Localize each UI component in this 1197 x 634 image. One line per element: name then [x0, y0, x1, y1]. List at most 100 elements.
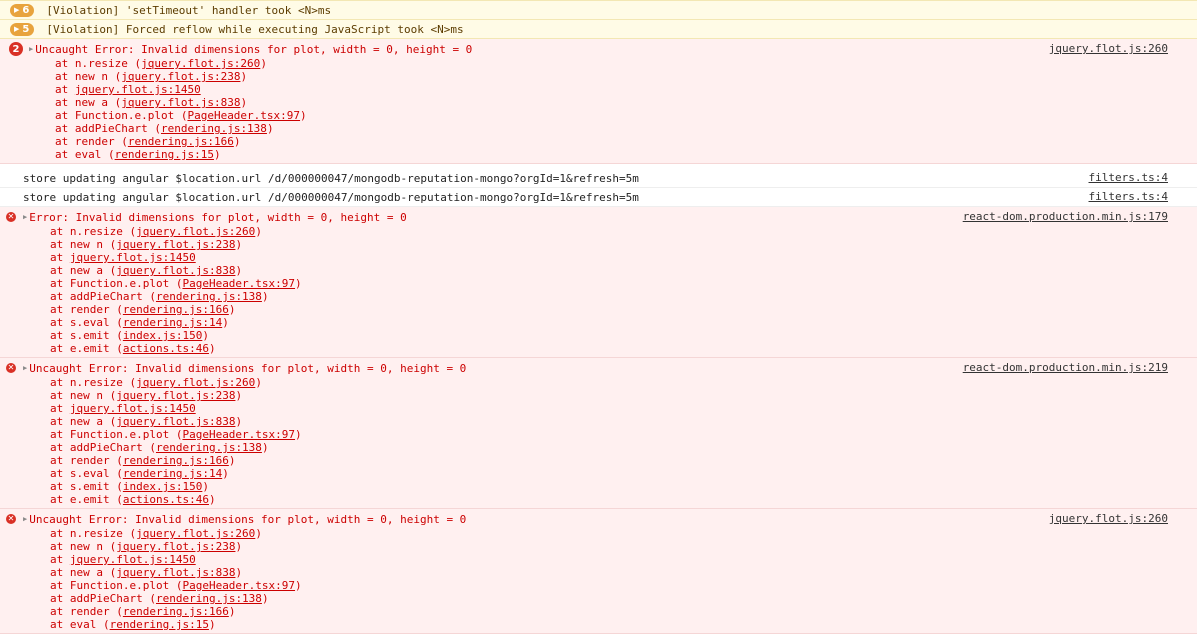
stack-frame: at new a (jquery.flot.js:838)	[50, 264, 243, 277]
frame-link[interactable]: actions.ts:46	[123, 342, 209, 355]
frame-link[interactable]: jquery.flot.js:238	[121, 70, 240, 83]
frame-link[interactable]: rendering.js:166	[123, 303, 229, 316]
frame-link[interactable]: PageHeader.tsx:97	[182, 428, 295, 441]
warning-count-badge: ▶ 5	[10, 22, 35, 36]
stack-frame: at Function.e.plot (PageHeader.tsx:97)	[50, 428, 302, 441]
stack-frame: at s.emit (index.js:150)	[50, 480, 209, 493]
frame-link[interactable]: jquery.flot.js:1450	[70, 251, 196, 264]
expand-arrow-icon[interactable]: ▶	[14, 4, 19, 17]
frame-link[interactable]: jquery.flot.js:1450	[75, 83, 201, 96]
stack-frame: at new n (jquery.flot.js:238)	[55, 70, 248, 83]
warning-count: 6	[22, 4, 30, 16]
stack-frame: at jquery.flot.js:1450	[55, 83, 201, 96]
expand-arrow-icon[interactable]: ▶	[23, 213, 27, 221]
error-message: Error: Invalid dimensions for plot, widt…	[29, 210, 407, 224]
frame-link[interactable]: index.js:150	[123, 480, 202, 493]
stack-frame: at e.emit (actions.ts:46)	[50, 493, 216, 506]
error-entry[interactable]: ✕ ▶ Uncaught Error: Invalid dimensions f…	[0, 358, 1197, 509]
stack-frame: at eval (rendering.js:15)	[55, 148, 221, 161]
stack-frame: at addPieChart (rendering.js:138)	[50, 290, 269, 303]
stack-frame: at jquery.flot.js:1450	[50, 402, 196, 415]
frame-link[interactable]: rendering.js:166	[128, 135, 234, 148]
stack-frame: at new n (jquery.flot.js:238)	[50, 540, 243, 553]
frame-link[interactable]: jquery.flot.js:838	[116, 415, 235, 428]
frame-link[interactable]: actions.ts:46	[123, 493, 209, 506]
stack-frame: at new a (jquery.flot.js:838)	[50, 566, 243, 579]
error-icon: ✕	[6, 514, 16, 524]
stack-frame: at n.resize (jquery.flot.js:260)	[50, 527, 262, 540]
source-link[interactable]: react-dom.production.min.js:179	[963, 210, 1168, 223]
warning-count-badge: ▶ 6	[10, 3, 35, 17]
frame-link[interactable]: rendering.js:138	[156, 290, 262, 303]
stack-frame: at Function.e.plot (PageHeader.tsx:97)	[50, 579, 302, 592]
frame-link[interactable]: PageHeader.tsx:97	[182, 579, 295, 592]
frame-link[interactable]: jquery.flot.js:838	[116, 566, 235, 579]
error-entry[interactable]: ✕ ▶ Uncaught Error: Invalid dimensions f…	[0, 509, 1197, 634]
frame-link[interactable]: PageHeader.tsx:97	[182, 277, 295, 290]
source-link[interactable]: jquery.flot.js:260	[1049, 42, 1168, 55]
error-entry[interactable]: ✕ ▶ Error: Invalid dimensions for plot, …	[0, 207, 1197, 358]
warning-count: 5	[22, 23, 30, 35]
frame-link[interactable]: jquery.flot.js:260	[136, 225, 255, 238]
expand-arrow-icon[interactable]: ▶	[23, 515, 27, 523]
frame-link[interactable]: jquery.flot.js:838	[116, 264, 235, 277]
stack-frame: at render (rendering.js:166)	[55, 135, 241, 148]
error-icon: ✕	[6, 212, 16, 222]
frame-link[interactable]: jquery.flot.js:260	[136, 527, 255, 540]
expand-arrow-icon[interactable]: ▶	[29, 45, 33, 53]
stack-trace: at n.resize (jquery.flot.js:260) at new …	[0, 527, 1197, 631]
frame-link[interactable]: jquery.flot.js:238	[116, 238, 235, 251]
error-message: Uncaught Error: Invalid dimensions for p…	[29, 361, 467, 375]
frame-link[interactable]: jquery.flot.js:238	[116, 540, 235, 553]
stack-frame: at s.emit (index.js:150)	[50, 329, 209, 342]
stack-frame: at new n (jquery.flot.js:238)	[50, 238, 243, 251]
stack-frame: at eval (rendering.js:15)	[50, 618, 216, 631]
frame-link[interactable]: index.js:150	[123, 329, 202, 342]
source-link[interactable]: react-dom.production.min.js:219	[963, 361, 1168, 374]
stack-frame: at e.emit (actions.ts:46)	[50, 342, 216, 355]
stack-frame: at render (rendering.js:166)	[50, 605, 236, 618]
frame-link[interactable]: rendering.js:166	[123, 605, 229, 618]
frame-link[interactable]: jquery.flot.js:1450	[70, 553, 196, 566]
log-entry[interactable]: store updating angular $location.url /d/…	[0, 188, 1197, 207]
frame-link[interactable]: PageHeader.tsx:97	[187, 109, 300, 122]
log-message: store updating angular $location.url /d/…	[23, 191, 639, 204]
stack-frame: at new a (jquery.flot.js:838)	[55, 96, 248, 109]
stack-frame: at new a (jquery.flot.js:838)	[50, 415, 243, 428]
source-link[interactable]: filters.ts:4	[1089, 171, 1168, 184]
frame-link[interactable]: rendering.js:14	[123, 316, 222, 329]
frame-link[interactable]: jquery.flot.js:238	[116, 389, 235, 402]
frame-link[interactable]: rendering.js:15	[115, 148, 214, 161]
frame-link[interactable]: jquery.flot.js:260	[141, 57, 260, 70]
frame-link[interactable]: rendering.js:14	[123, 467, 222, 480]
error-icon: ✕	[6, 363, 16, 373]
log-message: store updating angular $location.url /d/…	[23, 172, 639, 185]
expand-arrow-icon[interactable]: ▶	[14, 23, 19, 36]
stack-frame: at render (rendering.js:166)	[50, 454, 236, 467]
stack-trace: at n.resize (jquery.flot.js:260) at new …	[0, 57, 1197, 161]
stack-frame: at n.resize (jquery.flot.js:260)	[50, 225, 262, 238]
stack-frame: at jquery.flot.js:1450	[50, 553, 196, 566]
frame-link[interactable]: jquery.flot.js:1450	[70, 402, 196, 415]
violation-warning[interactable]: ▶ 5 [Violation] Forced reflow while execu…	[0, 20, 1197, 39]
stack-frame: at addPieChart (rendering.js:138)	[50, 441, 269, 454]
source-link[interactable]: filters.ts:4	[1089, 190, 1168, 203]
stack-frame: at addPieChart (rendering.js:138)	[55, 122, 274, 135]
warning-message: [Violation] 'setTimeout' handler took <N…	[46, 3, 332, 17]
stack-frame: at s.eval (rendering.js:14)	[50, 316, 229, 329]
violation-warning[interactable]: ▶ 6 [Violation] 'setTimeout' handler took…	[0, 0, 1197, 20]
expand-arrow-icon[interactable]: ▶	[23, 364, 27, 372]
source-link[interactable]: jquery.flot.js:260	[1049, 512, 1168, 525]
frame-link[interactable]: rendering.js:138	[156, 592, 262, 605]
frame-link[interactable]: rendering.js:138	[161, 122, 267, 135]
frame-link[interactable]: rendering.js:15	[110, 618, 209, 631]
stack-frame: at render (rendering.js:166)	[50, 303, 236, 316]
log-entry[interactable]: store updating angular $location.url /d/…	[0, 169, 1197, 188]
frame-link[interactable]: rendering.js:166	[123, 454, 229, 467]
error-entry[interactable]: 2 ▶ Uncaught Error: Invalid dimensions f…	[0, 39, 1197, 164]
frame-link[interactable]: jquery.flot.js:260	[136, 376, 255, 389]
stack-frame: at Function.e.plot (PageHeader.tsx:97)	[50, 277, 302, 290]
frame-link[interactable]: rendering.js:138	[156, 441, 262, 454]
frame-link[interactable]: jquery.flot.js:838	[121, 96, 240, 109]
warning-message: [Violation] Forced reflow while executin…	[46, 22, 464, 36]
